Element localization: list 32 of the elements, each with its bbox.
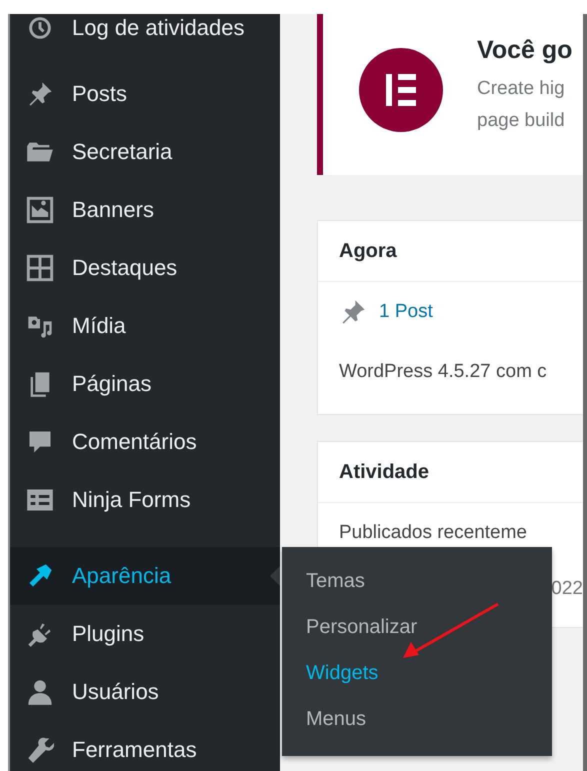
menu-item[interactable]: Aparência [10, 547, 280, 605]
wrench-icon [26, 736, 54, 764]
menu-item[interactable]: Ferramentas [10, 721, 280, 771]
menu-item[interactable]: Ninja Forms [10, 471, 280, 529]
submenu-item[interactable]: Widgets [282, 650, 552, 696]
logo-icon [359, 48, 443, 132]
widget-title: Atividade [318, 442, 583, 503]
widget-text: WordPress 4.5.27 com c [339, 361, 547, 383]
menu-item[interactable]: Log de atividades [10, 14, 280, 57]
menu-item[interactable]: Páginas [10, 355, 280, 413]
widget-text: 022 [551, 578, 583, 600]
notice-text: Create hig [477, 77, 566, 101]
menu-item[interactable]: Usuários [10, 663, 280, 721]
menu-item[interactable]: Mídia [10, 297, 280, 355]
menu-item[interactable]: Destaques [10, 239, 280, 297]
submenu-item[interactable]: Menus [282, 696, 552, 742]
widget-title: Agora [318, 221, 583, 282]
menu-item[interactable]: Banners [10, 181, 280, 239]
notice-text: page build [477, 109, 566, 133]
submenu-item[interactable]: Temas [282, 558, 552, 604]
menu-item[interactable]: Comentários [10, 413, 280, 471]
menu-item[interactable]: Plugins [10, 605, 280, 663]
history-icon [26, 14, 54, 42]
widget-text: Publicados recenteme [339, 522, 527, 544]
notice-title: Você go [477, 36, 572, 65]
post-count-link[interactable]: 1 Post [379, 301, 433, 323]
user-icon [26, 678, 54, 706]
submenu-item[interactable]: Personalizar [282, 604, 552, 650]
menu-item[interactable]: Secretaria [10, 123, 280, 181]
menu-item[interactable]: Posts [10, 65, 280, 123]
image-icon [26, 196, 54, 224]
grid-icon [26, 254, 54, 282]
